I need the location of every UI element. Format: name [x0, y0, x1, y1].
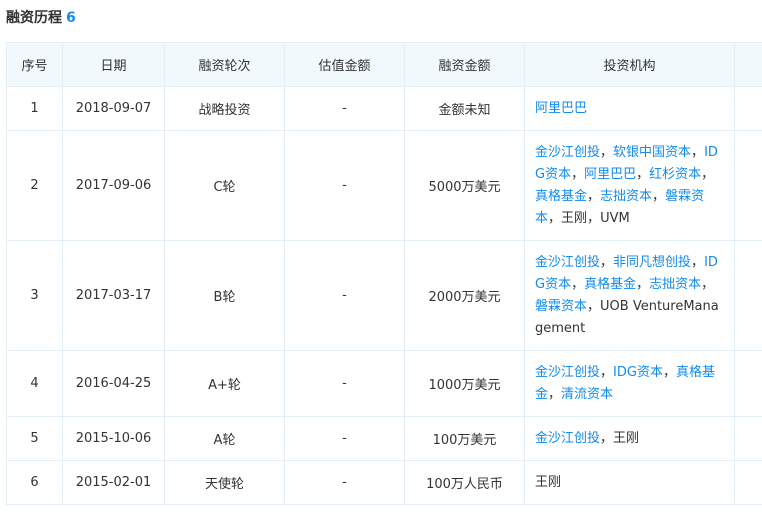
investor-name: 王刚 — [561, 210, 588, 226]
investor-link[interactable]: IDG资本 — [613, 365, 663, 380]
cell-round: B轮 — [164, 240, 285, 351]
cell-date: 2016-04-25 — [62, 350, 165, 417]
investor-link[interactable]: 真格基金 — [535, 189, 587, 204]
cell-round: A轮 — [164, 416, 285, 461]
investor-link[interactable]: 红杉资本 — [649, 167, 701, 182]
column-header-valuation: 估值金额 — [284, 42, 405, 87]
cell-round: A+轮 — [164, 350, 285, 417]
investor-separator: ， — [701, 276, 715, 292]
investor-separator: ， — [587, 298, 601, 314]
investor-link[interactable]: 清流资本 — [561, 387, 613, 402]
cell-investors: 王刚 — [524, 460, 735, 505]
cell-extra — [734, 130, 762, 241]
table-row: 6 2015-02-01 天使轮 - 100万人民币 王刚 — [6, 460, 762, 505]
column-header-amount: 融资金额 — [404, 42, 525, 87]
investor-link[interactable]: 金沙江创投 — [535, 255, 600, 270]
cell-date: 2017-09-06 — [62, 130, 165, 241]
cell-amount: 100万美元 — [404, 416, 525, 461]
cell-extra — [734, 86, 762, 131]
cell-index: 6 — [6, 460, 63, 505]
cell-amount: 5000万美元 — [404, 130, 525, 241]
cell-amount: 金额未知 — [404, 86, 525, 131]
cell-valuation: - — [284, 86, 405, 131]
financing-count-badge: 6 — [66, 10, 76, 26]
investor-separator: ， — [587, 210, 601, 226]
investor-link[interactable]: 真格基金 — [584, 277, 636, 292]
investor-separator: ， — [691, 254, 705, 270]
cell-investors: 金沙江创投，非同凡想创投，IDG资本，真格基金，志拙资本，磐霖资本，UOB Ve… — [524, 240, 735, 351]
investor-name: 王刚 — [535, 474, 562, 490]
table-row: 2 2017-09-06 C轮 - 5000万美元 金沙江创投，软银中国资本，I… — [6, 130, 762, 241]
section-title: 融资历程 — [6, 10, 62, 26]
cell-valuation: - — [284, 416, 405, 461]
investor-link[interactable]: 磐霖资本 — [535, 299, 587, 314]
investor-link[interactable]: 志拙资本 — [600, 189, 652, 204]
cell-investors: 金沙江创投，王刚 — [524, 416, 735, 461]
cell-valuation: - — [284, 240, 405, 351]
cell-index: 5 — [6, 416, 63, 461]
investor-link[interactable]: 阿里巴巴 — [584, 167, 636, 182]
investor-name: UVM — [600, 210, 630, 226]
investor-link[interactable]: 阿里巴巴 — [535, 101, 587, 116]
investor-separator: ， — [636, 276, 650, 292]
investor-separator: ， — [571, 276, 585, 292]
table-row: 1 2018-09-07 战略投资 - 金额未知 阿里巴巴 — [6, 86, 762, 131]
financing-history-table: 序号 日期 融资轮次 估值金额 融资金额 投资机构 1 2018-09-07 战… — [6, 42, 762, 505]
cell-date: 2015-02-01 — [62, 460, 165, 505]
cell-round: 战略投资 — [164, 86, 285, 131]
cell-amount: 1000万美元 — [404, 350, 525, 417]
column-header-round: 融资轮次 — [164, 42, 285, 87]
cell-extra — [734, 416, 762, 461]
cell-extra — [734, 240, 762, 351]
table-row: 5 2015-10-06 A轮 - 100万美元 金沙江创投，王刚 — [6, 416, 762, 461]
investor-name: 王刚 — [613, 430, 640, 446]
investor-link[interactable]: 志拙资本 — [649, 277, 701, 292]
cell-valuation: - — [284, 350, 405, 417]
cell-index: 1 — [6, 86, 63, 131]
cell-date: 2017-03-17 — [62, 240, 165, 351]
investor-link[interactable]: 非同凡想创投 — [613, 255, 691, 270]
table-row: 4 2016-04-25 A+轮 - 1000万美元 金沙江创投，IDG资本，真… — [6, 350, 762, 417]
investor-separator: ， — [636, 166, 650, 182]
cell-extra — [734, 460, 762, 505]
cell-extra — [734, 350, 762, 417]
column-header-date: 日期 — [62, 42, 165, 87]
investor-separator: ， — [701, 166, 715, 182]
cell-valuation: - — [284, 130, 405, 241]
investor-separator: ， — [600, 364, 614, 380]
investor-separator: ， — [600, 144, 614, 160]
cell-index: 4 — [6, 350, 63, 417]
cell-date: 2018-09-07 — [62, 86, 165, 131]
column-header-extra — [734, 42, 762, 87]
column-header-investors: 投资机构 — [524, 42, 735, 87]
cell-amount: 100万人民币 — [404, 460, 525, 505]
investor-link[interactable]: 金沙江创投 — [535, 365, 600, 380]
cell-date: 2015-10-06 — [62, 416, 165, 461]
cell-investors: 阿里巴巴 — [524, 86, 735, 131]
investor-separator: ， — [548, 210, 562, 226]
section-header: 融资历程 6 — [6, 8, 76, 28]
table-row: 3 2017-03-17 B轮 - 2000万美元 金沙江创投，非同凡想创投，I… — [6, 240, 762, 351]
investor-separator: ， — [691, 144, 705, 160]
column-header-index: 序号 — [6, 42, 63, 87]
cell-investors: 金沙江创投，IDG资本，真格基金，清流资本 — [524, 350, 735, 417]
investor-separator: ， — [662, 364, 676, 380]
cell-amount: 2000万美元 — [404, 240, 525, 351]
investor-link[interactable]: 金沙江创投 — [535, 145, 600, 160]
investor-separator: ， — [600, 254, 614, 270]
cell-investors: 金沙江创投，软银中国资本，IDG资本，阿里巴巴，红杉资本，真格基金，志拙资本，磐… — [524, 130, 735, 241]
investor-separator: ， — [571, 166, 585, 182]
investor-link[interactable]: 金沙江创投 — [535, 431, 600, 446]
investor-separator: ， — [548, 386, 562, 402]
cell-index: 3 — [6, 240, 63, 351]
investor-link[interactable]: 软银中国资本 — [613, 145, 691, 160]
table-header-row: 序号 日期 融资轮次 估值金额 融资金额 投资机构 — [6, 42, 762, 87]
cell-valuation: - — [284, 460, 405, 505]
cell-index: 2 — [6, 130, 63, 241]
cell-round: C轮 — [164, 130, 285, 241]
investor-separator: ， — [587, 188, 601, 204]
investor-separator: ， — [652, 188, 666, 204]
investor-separator: ， — [600, 430, 614, 446]
cell-round: 天使轮 — [164, 460, 285, 505]
